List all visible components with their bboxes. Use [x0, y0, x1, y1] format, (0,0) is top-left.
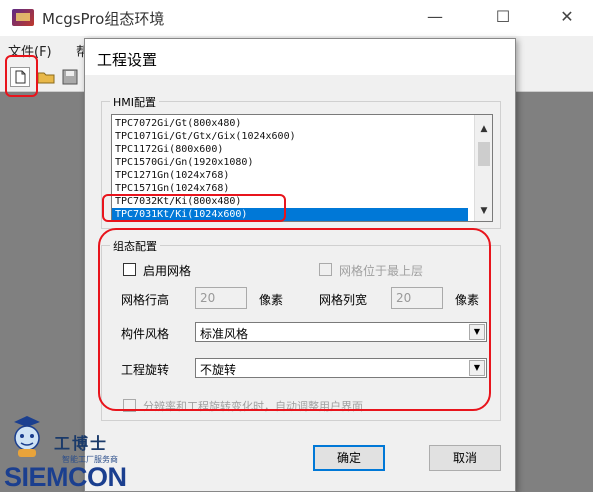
hmi-model-item[interactable]: TPC1570Gi/Gn(1920x1080) [112, 156, 468, 169]
hmi-model-item[interactable]: TPC1071Gi/Gt/Gtx/Gix(1024x600) [112, 130, 468, 143]
list-scrollbar[interactable]: ▲ ▼ [474, 115, 492, 221]
annotation-selected-model [102, 194, 286, 222]
scroll-thumb[interactable] [478, 142, 490, 166]
close-button[interactable]: ✕ [552, 6, 582, 28]
ok-button[interactable]: 确定 [313, 445, 385, 471]
watermark-brand: SIEMCON [4, 462, 127, 492]
watermark-cn-name: 工博士 [54, 434, 109, 453]
hmi-config-label: HMI配置 [110, 94, 160, 110]
hmi-model-item[interactable]: TPC1172Gi(800x600) [112, 143, 468, 156]
minimize-button[interactable]: — [420, 6, 450, 28]
dialog-title: 工程设置 [97, 51, 158, 69]
title-bar: McgsPro组态环境 — ☐ ✕ [0, 0, 593, 36]
cancel-button[interactable]: 取消 [429, 445, 501, 471]
scroll-up-icon[interactable]: ▲ [475, 121, 492, 137]
hmi-model-item[interactable]: TPC1271Gn(1024x768) [112, 169, 468, 182]
scroll-down-icon[interactable]: ▼ [475, 203, 492, 219]
open-folder-icon[interactable] [36, 67, 56, 87]
app-title: McgsPro组态环境 [42, 10, 165, 28]
maximize-button[interactable]: ☐ [488, 6, 518, 28]
dialog-title-bar: 工程设置 [85, 39, 515, 75]
app-icon [12, 9, 34, 26]
hmi-model-item[interactable]: TPC7072Gi/Gt(800x480) [112, 117, 468, 130]
annotation-config-group [98, 228, 491, 411]
save-icon[interactable] [60, 67, 80, 87]
mascot-logo [14, 416, 40, 457]
annotation-new-file [5, 55, 38, 97]
